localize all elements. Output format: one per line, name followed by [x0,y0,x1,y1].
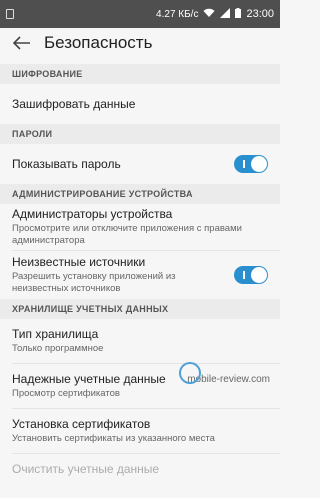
section-header-device-admin: АДМИНИСТРИРОВАНИЕ УСТРОЙСТВА [0,184,280,204]
item-summary: Разрешить установку приложений из неизве… [12,271,176,294]
item-summary: Только программное [12,343,104,354]
clock: 23:00 [246,8,274,20]
item-label: Зашифровать данные [12,97,136,111]
status-bar: 4.27 КБ/с 23:00 [0,0,280,28]
encrypt-data-item[interactable]: Зашифровать данные [0,84,280,124]
item-label: Установка сертификатов [12,417,151,431]
watermark: mobile-review.com [179,362,270,385]
toggle-knob [251,267,267,283]
storage-type-item[interactable]: Тип хранилища Только программное [0,319,280,363]
item-label: Администраторы устройства [12,207,173,221]
back-button[interactable] [12,33,32,53]
item-summary: Просмотрите или отключите приложения с п… [12,223,242,246]
wifi-icon [203,8,215,21]
show-password-toggle[interactable] [234,155,268,173]
signal-icon [220,7,231,21]
section-header-credential-storage: ХРАНИЛИЩЕ УЧЕТНЫХ ДАННЫХ [0,299,280,319]
item-label: Очистить учетные данные [12,462,160,476]
notification-icon [6,9,14,19]
device-admins-item[interactable]: Администраторы устройства Просмотрите ил… [0,204,280,250]
show-password-item[interactable]: Показывать пароль [0,144,280,184]
network-speed: 4.27 КБ/с [156,8,199,20]
item-summary: Установить сертификаты из указанного мес… [12,433,215,444]
install-certificates-item[interactable]: Установка сертификатов Установить сертиф… [0,409,280,453]
page-title: Безопасность [44,33,153,52]
notification-area [6,9,156,19]
item-label: Неизвестные источники [12,255,146,269]
arrow-back-icon [13,36,30,50]
item-label: Тип хранилища [12,327,99,341]
app-bar: Безопасность [0,28,280,58]
unknown-sources-toggle[interactable] [234,266,268,284]
battery-icon [235,7,242,21]
toggle-knob [251,156,267,172]
section-header-encryption: ШИФРОВАНИЕ [0,64,280,84]
trusted-credentials-item[interactable]: Надежные учетные данные Просмотр сертифи… [0,364,280,408]
clear-credentials-item[interactable]: Очистить учетные данные [0,454,280,484]
item-label: Показывать пароль [12,157,121,171]
unknown-sources-item[interactable]: Неизвестные источники Разрешить установк… [0,251,280,299]
item-summary: Просмотр сертификатов [12,388,120,399]
section-header-passwords: ПАРОЛИ [0,124,280,144]
